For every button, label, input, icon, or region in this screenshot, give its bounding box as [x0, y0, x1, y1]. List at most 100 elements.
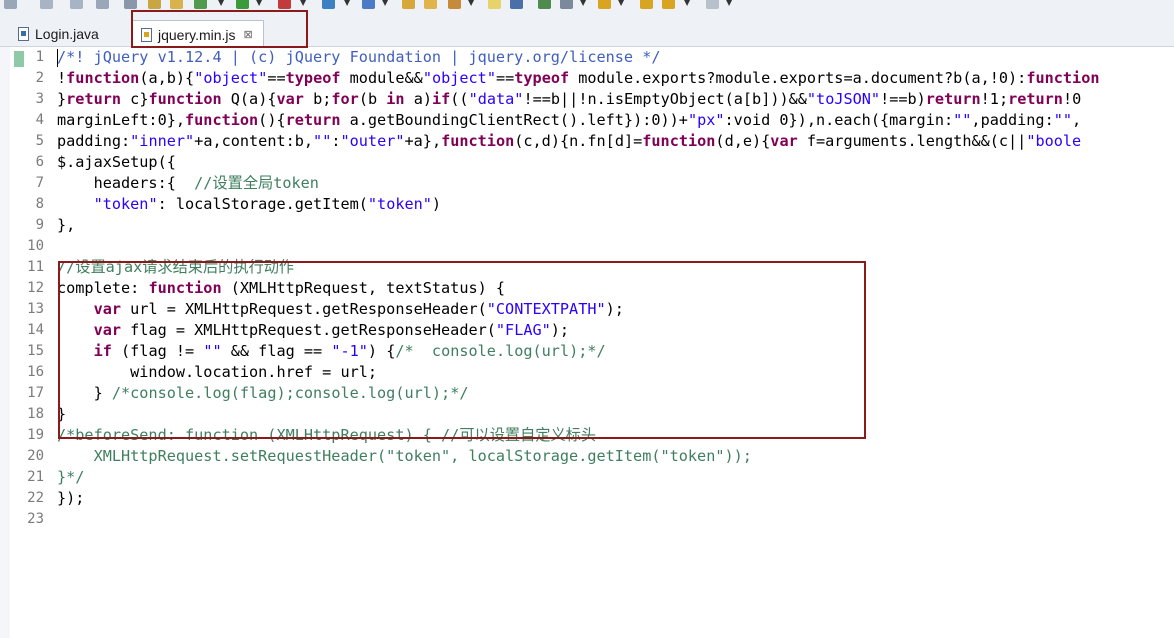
code-token: headers:{ [57, 174, 195, 192]
chevron-down-icon[interactable]: ▼ [218, 0, 224, 7]
code-token: (d,e){ [715, 132, 771, 150]
code-token: +a,content:b, [194, 132, 314, 150]
line-number: 6 [35, 154, 44, 170]
toolbar-icon-12[interactable] [538, 0, 551, 9]
code-line: }); [57, 488, 1174, 509]
chevron-down-icon[interactable]: ▼ [300, 0, 306, 7]
toolbar: ▼ ▼ ▼ ▼ ▼ ▼ ▼ ▼ ▼ ▼ [0, 0, 1174, 14]
toolbar-icon-2[interactable] [40, 0, 53, 9]
code-line: /*! jQuery v1.12.4 | (c) jQuery Foundati… [57, 47, 1174, 68]
toolbar-icon-7[interactable] [170, 0, 183, 9]
code-token: ) { [367, 342, 396, 360]
tab-label: Login.java [35, 26, 99, 42]
code-token: ); [550, 321, 570, 339]
chevron-down-icon[interactable]: ▼ [468, 0, 474, 7]
close-icon[interactable]: ⊠ [244, 28, 253, 41]
forward-icon[interactable] [662, 0, 675, 9]
tab-login-java[interactable]: Login.java [14, 22, 105, 46]
toolbar-icon-6[interactable] [148, 0, 161, 9]
keyword-token: return [66, 90, 122, 108]
external-tools-icon[interactable] [278, 0, 291, 9]
code-token: module.exports?module.exports=a.document… [569, 69, 1027, 87]
run-icon[interactable] [236, 0, 249, 9]
toolbar-icon-9[interactable] [362, 0, 375, 9]
debug-icon[interactable] [194, 0, 207, 9]
chevron-down-icon[interactable]: ▼ [344, 0, 350, 7]
chevron-down-icon[interactable]: ▼ [256, 0, 262, 7]
toolbar-icon-13[interactable] [560, 0, 573, 9]
code-token: a) [404, 90, 432, 108]
code-editor[interactable]: 1 2 3 4 5 6 7 8 9 10 11 12 13 14 15 16 1… [0, 47, 1174, 638]
toolbar-icon-11[interactable] [510, 0, 523, 9]
toolbar-icon-4[interactable] [96, 0, 109, 9]
toolbar-icon-8[interactable] [322, 0, 335, 9]
code-token: } [57, 405, 67, 423]
line-number: 7 [35, 175, 44, 191]
keyword-token: in [386, 90, 405, 108]
string-token: "" [953, 111, 972, 129]
code-token: : localStorage.getItem( [157, 195, 368, 213]
line-number: 1 [35, 49, 44, 65]
code-token: :void 0}),n.each({margin: [724, 111, 954, 129]
comment-token: XMLHttpRequest.setRequestHeader("token",… [57, 447, 752, 465]
line-number: 14 [27, 322, 44, 338]
toolbar-icon-1[interactable] [4, 0, 17, 9]
string-token: "data" [468, 90, 524, 108]
toolbar-icon-14[interactable] [706, 0, 719, 9]
string-token: "" [203, 342, 222, 360]
code-line: }, [57, 215, 1174, 236]
keyword-token: var [276, 90, 304, 108]
java-file-icon [18, 27, 29, 41]
tab-jquery-min-js[interactable]: jquery.min.js ⊠ [132, 20, 264, 48]
line-number-gutter: 1 2 3 4 5 6 7 8 9 10 11 12 13 14 15 16 1… [0, 47, 52, 638]
line-number: 12 [27, 280, 44, 296]
chevron-down-icon[interactable]: ▼ [382, 0, 388, 7]
code-token: == [495, 69, 515, 87]
chevron-down-icon[interactable]: ▼ [580, 0, 586, 7]
open-file-icon[interactable] [424, 0, 437, 9]
keyword-token: return [285, 111, 341, 129]
keyword-token: if [93, 342, 112, 360]
chevron-down-icon[interactable]: ▼ [726, 0, 732, 7]
mark-occurrences-icon[interactable] [488, 0, 501, 9]
chevron-down-icon[interactable]: ▼ [684, 0, 690, 7]
comment-token: /*! jQuery v1.12.4 | (c) jQuery Foundati… [57, 48, 661, 66]
comment-token: /*console.log(flag);console.log(url);*/ [111, 384, 469, 402]
comment-token: }*/ [57, 468, 85, 486]
back-icon[interactable] [640, 0, 653, 9]
string-token: "FLAG" [495, 321, 551, 339]
code-line: } [57, 404, 1174, 425]
chevron-down-icon[interactable]: ▼ [618, 0, 624, 7]
code-line: !function(a,b){"object"==typeof module&&… [57, 68, 1174, 89]
code-area[interactable]: /*! jQuery v1.12.4 | (c) jQuery Foundati… [57, 47, 1174, 638]
open-folder-icon[interactable] [402, 0, 415, 9]
code-line: } /*console.log(flag);console.log(url);*… [57, 383, 1174, 404]
keyword-token: function [148, 279, 222, 297]
code-token: } [57, 384, 112, 402]
string-token: "px" [687, 111, 725, 129]
toolbar-icon-10[interactable] [448, 0, 461, 9]
toolbar-icon-5[interactable] [124, 0, 137, 9]
next-annotation-icon[interactable] [598, 0, 611, 9]
keyword-token: if [431, 90, 451, 108]
line-number: 16 [27, 364, 44, 380]
code-token: ) [431, 195, 442, 213]
code-token: (b [358, 90, 387, 108]
line-number: 9 [35, 217, 44, 233]
string-token: "" [1053, 111, 1073, 129]
code-line: marginLeft:0},function(){return a.getBou… [57, 110, 1174, 131]
code-token: : [331, 132, 341, 150]
string-token: "-1" [331, 342, 368, 360]
code-token: }, [57, 216, 76, 234]
line-number: 8 [35, 196, 44, 212]
code-line: headers:{ //设置全局token [57, 173, 1174, 194]
line-number: 4 [35, 112, 44, 128]
string-token: "toJSON" [806, 90, 881, 108]
line-number: 19 [27, 427, 44, 443]
code-line: complete: function (XMLHttpRequest, text… [57, 278, 1174, 299]
toolbar-icon-3[interactable] [70, 0, 83, 9]
